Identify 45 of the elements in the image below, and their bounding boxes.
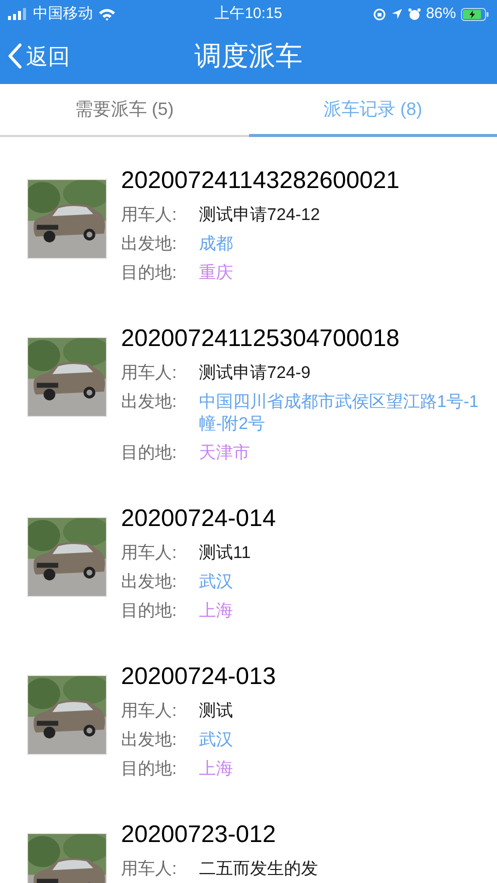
- field-label: 目的地:: [121, 600, 178, 622]
- field-label: 用车人:: [121, 204, 178, 226]
- alarm-icon: [408, 8, 421, 20]
- field-value: 武汉: [199, 728, 234, 750]
- field-value: 天津市: [199, 442, 251, 464]
- field-value: 武汉: [199, 570, 234, 592]
- field-label: 出发地:: [121, 570, 178, 592]
- field-value: 上海: [199, 600, 234, 622]
- location-icon: [390, 8, 403, 20]
- field-label: 用车人:: [121, 542, 178, 564]
- field-value: 中国四川省成都市武侯区望江路1号-1幢-附2号: [199, 390, 480, 434]
- record-number: 20200724-013: [121, 662, 277, 692]
- record-number: 202007241143282600021: [121, 166, 401, 196]
- field-label: 出发地:: [121, 390, 178, 412]
- battery-percent: 86%: [426, 4, 456, 24]
- field-value: 重庆: [199, 262, 234, 284]
- field-label: 目的地:: [121, 758, 178, 780]
- record-number: 20200724-014: [121, 504, 277, 534]
- field-label: 用车人:: [121, 858, 178, 880]
- rotation-lock-icon: [372, 8, 386, 20]
- wifi-icon: [98, 8, 116, 20]
- field-value: 上海: [199, 758, 234, 780]
- field-value: 二五而发生的发: [199, 858, 319, 880]
- page-title: 调度派车: [194, 40, 302, 73]
- field-label: 目的地:: [121, 262, 178, 284]
- field-value: 测试申请724-12: [199, 204, 321, 226]
- field-label: 用车人:: [121, 700, 178, 722]
- carrier-name: 中国移动: [33, 4, 93, 24]
- tab[interactable]: 派车记录 (8): [248, 84, 497, 137]
- field-label: 用车人:: [121, 362, 178, 384]
- chevron-left-icon: [8, 43, 22, 69]
- field-value: 测试: [199, 700, 234, 722]
- record-number: 202007241125304700018: [121, 324, 401, 354]
- battery-icon: [461, 8, 489, 20]
- field-label: 出发地:: [121, 728, 178, 750]
- record-number: 20200723-012: [121, 820, 277, 850]
- clock-time: 上午10:15: [214, 4, 282, 22]
- field-label: 出发地:: [121, 232, 178, 254]
- field-value: 测试申请724-9: [199, 362, 312, 384]
- field-value: 测试11: [199, 542, 252, 564]
- field-value: 成都: [199, 232, 234, 254]
- field-label: 目的地:: [121, 442, 178, 464]
- signal-icon: [8, 8, 28, 20]
- tab[interactable]: 需要派车 (5): [0, 84, 248, 137]
- back-button[interactable]: 返回: [8, 38, 70, 74]
